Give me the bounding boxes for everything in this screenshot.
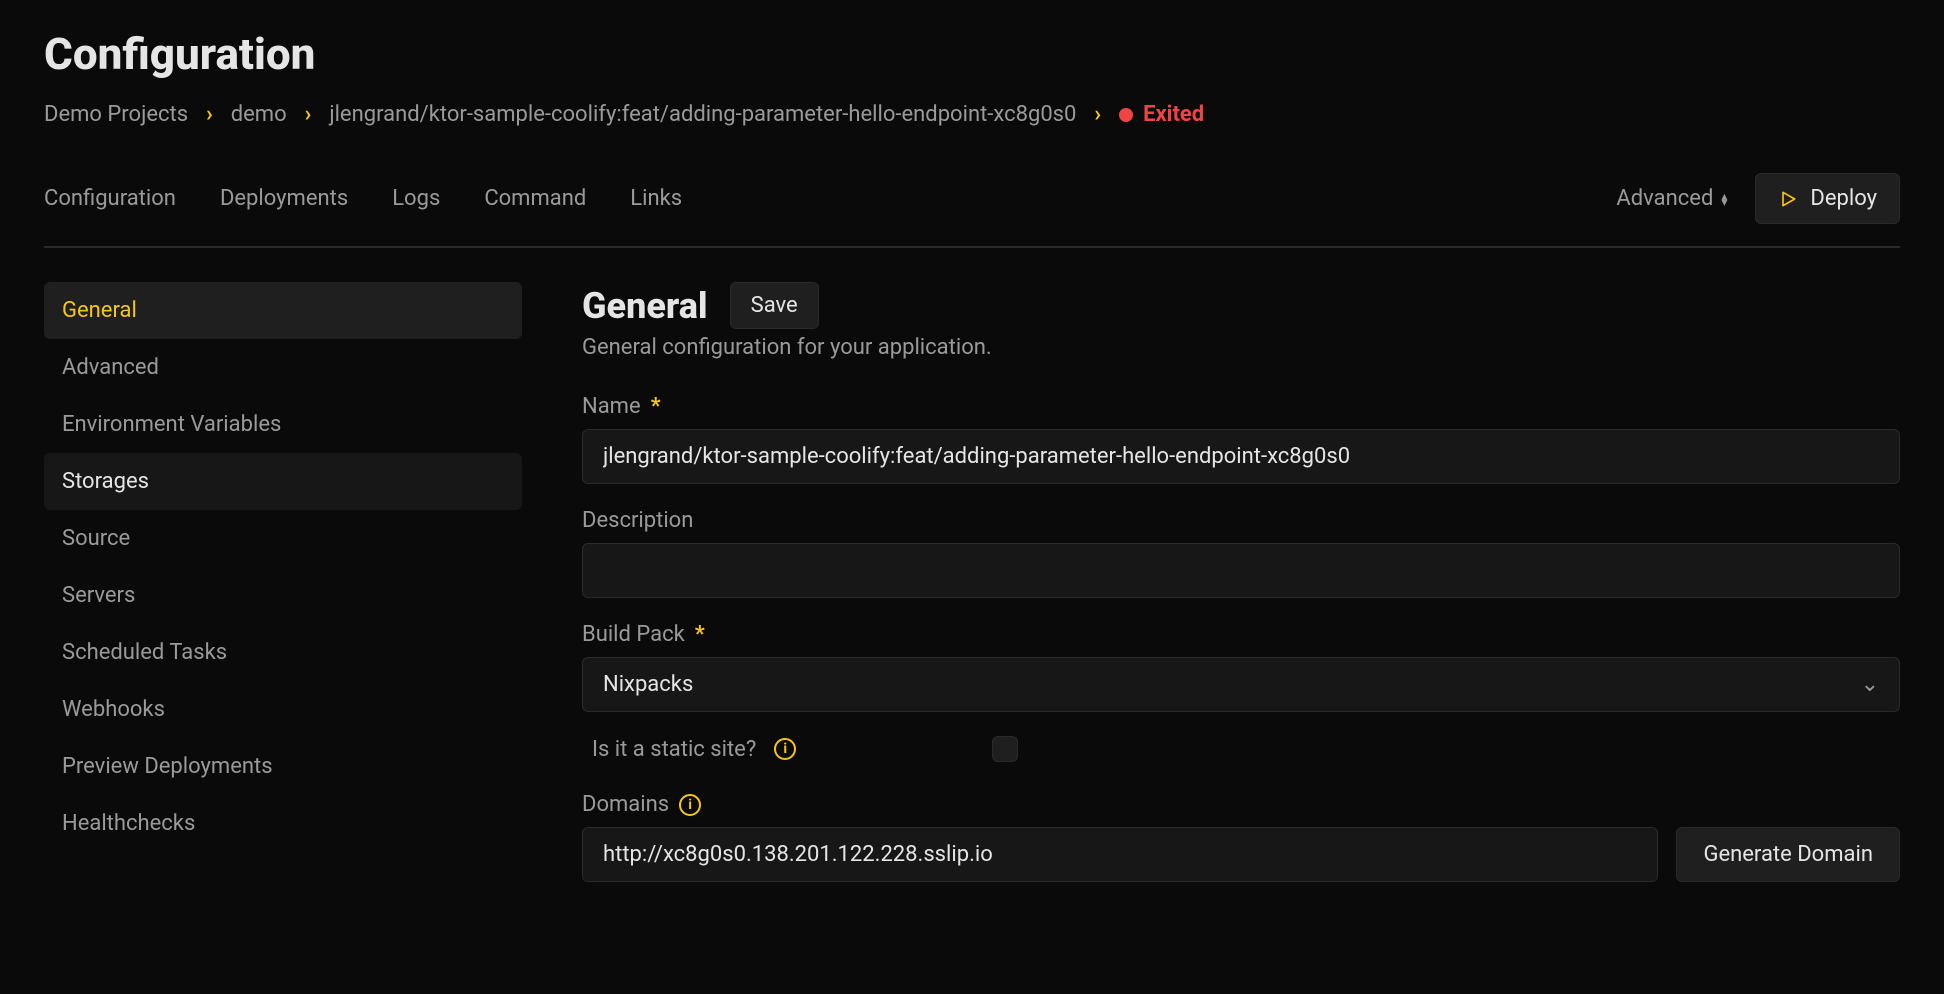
name-label: Name [582,394,641,419]
sidebar-item-storages[interactable]: Storages [44,453,522,510]
sidebar-item-scheduled-tasks[interactable]: Scheduled Tasks [44,624,522,681]
sidebar-item-advanced[interactable]: Advanced [44,339,522,396]
chevron-down-icon: ⌄ [1861,672,1879,697]
sidebar-item-webhooks[interactable]: Webhooks [44,681,522,738]
section-subtitle: General configuration for your applicati… [582,335,1900,360]
sidebar: General Advanced Environment Variables S… [44,282,522,906]
tab-logs[interactable]: Logs [392,186,440,211]
play-icon [1778,189,1798,209]
advanced-label: Advanced [1616,186,1713,211]
chevron-right-icon: › [305,102,312,127]
info-icon[interactable]: i [774,738,796,760]
info-icon[interactable]: i [679,794,701,816]
description-input[interactable] [582,543,1900,598]
chevron-right-icon: › [206,102,213,127]
tab-deployments[interactable]: Deployments [220,186,348,211]
domains-input[interactable] [582,827,1658,882]
required-icon: * [651,394,661,419]
sidebar-item-general[interactable]: General [44,282,522,339]
deploy-button[interactable]: Deploy [1755,173,1900,224]
sidebar-item-preview-deployments[interactable]: Preview Deployments [44,738,522,795]
section-title: General [582,285,708,327]
status-label: Exited [1143,102,1204,127]
save-button[interactable]: Save [730,282,819,329]
deploy-button-label: Deploy [1810,186,1877,211]
tab-command[interactable]: Command [484,186,586,211]
required-icon: * [695,622,705,647]
name-input[interactable] [582,429,1900,484]
sidebar-item-servers[interactable]: Servers [44,567,522,624]
breadcrumb-item-env[interactable]: demo [231,102,287,127]
advanced-menu[interactable]: Advanced ▴▾ [1616,186,1727,211]
domains-label: Domains [582,792,669,817]
breadcrumb-item-app[interactable]: jlengrand/ktor-sample-coolify:feat/addin… [329,102,1076,127]
buildpack-value: Nixpacks [603,672,693,697]
sidebar-item-source[interactable]: Source [44,510,522,567]
chevron-right-icon: › [1094,102,1101,127]
expand-icon: ▴▾ [1721,193,1727,205]
sidebar-item-healthchecks[interactable]: Healthchecks [44,795,522,852]
breadcrumb-item-projects[interactable]: Demo Projects [44,102,188,127]
generate-domain-button[interactable]: Generate Domain [1676,827,1900,882]
buildpack-label: Build Pack [582,622,685,647]
page-title: Configuration [44,28,1900,80]
tab-links[interactable]: Links [630,186,682,211]
buildpack-select[interactable]: Nixpacks ⌄ [582,657,1900,712]
static-checkbox[interactable] [992,736,1018,762]
breadcrumb: Demo Projects › demo › jlengrand/ktor-sa… [44,102,1900,127]
tabbar: Configuration Deployments Logs Command L… [44,173,1900,248]
status-badge: Exited [1119,102,1204,127]
sidebar-item-environment-variables[interactable]: Environment Variables [44,396,522,453]
description-label: Description [582,508,693,533]
status-dot-icon [1119,108,1133,122]
tab-configuration[interactable]: Configuration [44,186,176,211]
static-label: Is it a static site? [592,737,756,762]
